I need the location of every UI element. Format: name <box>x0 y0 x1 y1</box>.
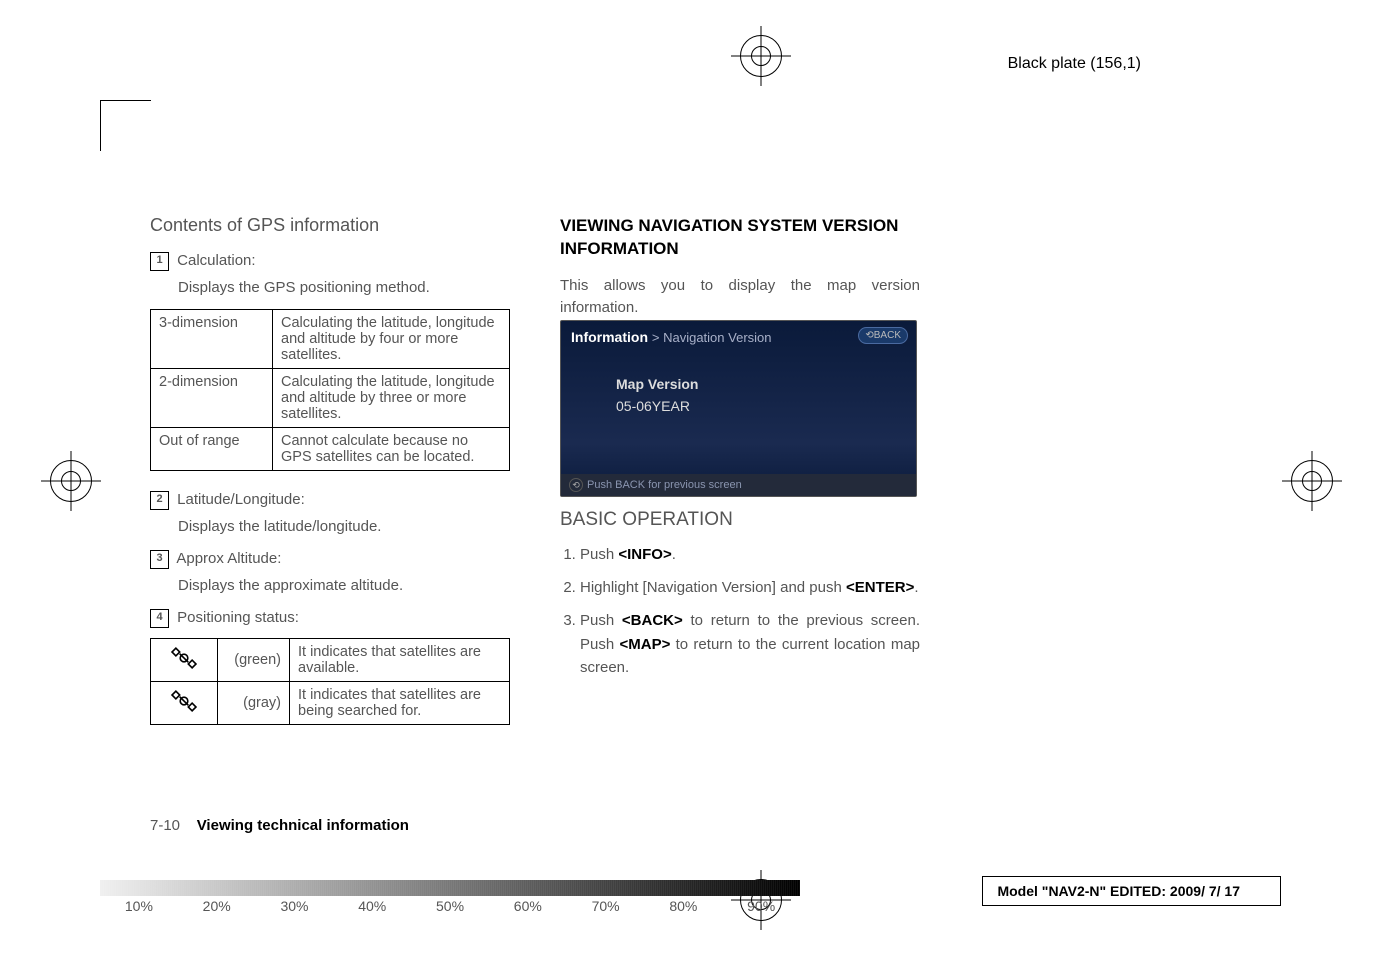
right-column: VIEWING NAVIGATION SYSTEM VERSION INFORM… <box>560 215 920 743</box>
cell-val: Calculating the latitude, longitude and … <box>273 310 510 369</box>
printer-calibration-bar: 10% 20% 30% 40% 50% 60% 70% 80% 90% <box>100 880 800 914</box>
pct: 40% <box>333 898 411 914</box>
alt-label: Approx Altitude: <box>176 550 281 567</box>
pos-table: (green) It indicates that satellites are… <box>150 638 510 725</box>
back-label: BACK <box>874 330 901 341</box>
map-version-value: 05-06YEAR <box>616 398 698 414</box>
list-item: Highlight [Navigation Version] and push … <box>580 576 920 599</box>
cell-key: Out of range <box>151 428 273 471</box>
calc-line: 1 Calculation: <box>150 250 510 273</box>
percent-row: 10% 20% 30% 40% 50% 60% 70% 80% 90% <box>100 898 800 914</box>
numbox-2: 2 <box>150 491 169 510</box>
calc-desc: Displays the GPS positioning method. <box>178 277 510 300</box>
cell-key: 2-dimension <box>151 369 273 428</box>
step3-key2: <MAP> <box>619 636 670 653</box>
table-row: 3-dimension Calculating the latitude, lo… <box>151 310 510 369</box>
registration-target-left <box>50 460 90 500</box>
registration-target-right <box>1291 460 1331 500</box>
cell-key: 3-dimension <box>151 310 273 369</box>
pct: 10% <box>100 898 178 914</box>
back-badge: ⟲BACK <box>858 327 908 344</box>
alt-line: 3 Approx Altitude: <box>150 548 510 571</box>
left-column: Contents of GPS information 1 Calculatio… <box>150 215 510 743</box>
sc-title-rest: > Navigation Version <box>652 330 772 345</box>
pct: 70% <box>567 898 645 914</box>
sat-icon-cell <box>151 681 218 724</box>
pct: 20% <box>178 898 256 914</box>
numbox-1: 1 <box>150 252 169 271</box>
sc-body: Map Version 05-06YEAR <box>616 376 698 414</box>
intro-text: This allows you to display the map versi… <box>560 275 920 320</box>
numbox-3: 3 <box>150 550 169 569</box>
step2-key: <ENTER> <box>846 579 914 596</box>
calc-label: Calculation: <box>177 252 255 269</box>
table-row: (green) It indicates that satellites are… <box>151 638 510 681</box>
calc-table: 3-dimension Calculating the latitude, lo… <box>150 309 510 471</box>
step1-pre: Push <box>580 546 618 563</box>
satellite-icon <box>171 645 197 671</box>
steps-list: Push <INFO>. Highlight [Navigation Versi… <box>560 543 920 679</box>
cell-val: Cannot calculate because no GPS satellit… <box>273 428 510 471</box>
latlon-label: Latitude/Longitude: <box>177 491 305 508</box>
satellite-icon <box>171 688 197 714</box>
pos-line: 4 Positioning status: <box>150 607 510 630</box>
pct: 80% <box>644 898 722 914</box>
back-roundicon: ⟲ <box>569 478 583 492</box>
page-number: 7-10 <box>150 817 180 834</box>
alt-desc: Displays the approximate altitude. <box>178 575 510 598</box>
sat-icon-cell <box>151 638 218 681</box>
step3-pre: Push <box>580 612 622 629</box>
pct: 90% <box>722 898 800 914</box>
registration-target-top <box>740 35 780 75</box>
step1-post: . <box>672 546 676 563</box>
sat-color: (green) <box>218 638 290 681</box>
pct: 60% <box>489 898 567 914</box>
sc-title: Information > Navigation Version <box>571 329 772 345</box>
pct: 30% <box>256 898 334 914</box>
section-heading-version: VIEWING NAVIGATION SYSTEM VERSION INFORM… <box>560 215 920 261</box>
list-item: Push <INFO>. <box>580 543 920 566</box>
cell-val: Calculating the latitude, longitude and … <box>273 369 510 428</box>
step1-key: <INFO> <box>618 546 671 563</box>
map-version-label: Map Version <box>616 376 698 392</box>
pct: 50% <box>411 898 489 914</box>
table-row: 2-dimension Calculating the latitude, lo… <box>151 369 510 428</box>
sc-footer: ⟲ Push BACK for previous screen <box>561 474 916 496</box>
back-arrow-icon: ⟲ <box>865 330 873 341</box>
step2-post: . <box>914 579 918 596</box>
numbox-4: 4 <box>150 609 169 628</box>
pos-label: Positioning status: <box>177 609 299 626</box>
step2-pre: Highlight [Navigation Version] and push <box>580 579 846 596</box>
latlon-desc: Displays the latitude/longitude. <box>178 516 510 539</box>
section-heading-gps: Contents of GPS information <box>150 215 510 236</box>
table-row: (gray) It indicates that satellites are … <box>151 681 510 724</box>
basic-operation-heading: BASIC OPERATION <box>560 509 920 531</box>
nav-screenshot: Information > Navigation Version ⟲BACK M… <box>560 320 917 497</box>
step3-key1: <BACK> <box>622 612 683 629</box>
sc-footer-text: Push BACK for previous screen <box>587 479 742 491</box>
page-title: Viewing technical information <box>197 817 409 834</box>
sat-color: (gray) <box>218 681 290 724</box>
model-edited-box: Model "NAV2-N" EDITED: 2009/ 7/ 17 <box>982 876 1281 906</box>
gradient-strip <box>100 880 800 896</box>
black-plate-label: Black plate (156,1) <box>1008 55 1141 73</box>
table-row: Out of range Cannot calculate because no… <box>151 428 510 471</box>
page-footer: 7-10 Viewing technical information <box>150 817 409 834</box>
sc-title-bold: Information <box>571 329 648 345</box>
sat-desc: It indicates that satellites are availab… <box>290 638 510 681</box>
latlon-line: 2 Latitude/Longitude: <box>150 489 510 512</box>
crop-mark <box>100 100 151 151</box>
list-item: Push <BACK> to return to the previous sc… <box>580 609 920 679</box>
sat-desc: It indicates that satellites are being s… <box>290 681 510 724</box>
